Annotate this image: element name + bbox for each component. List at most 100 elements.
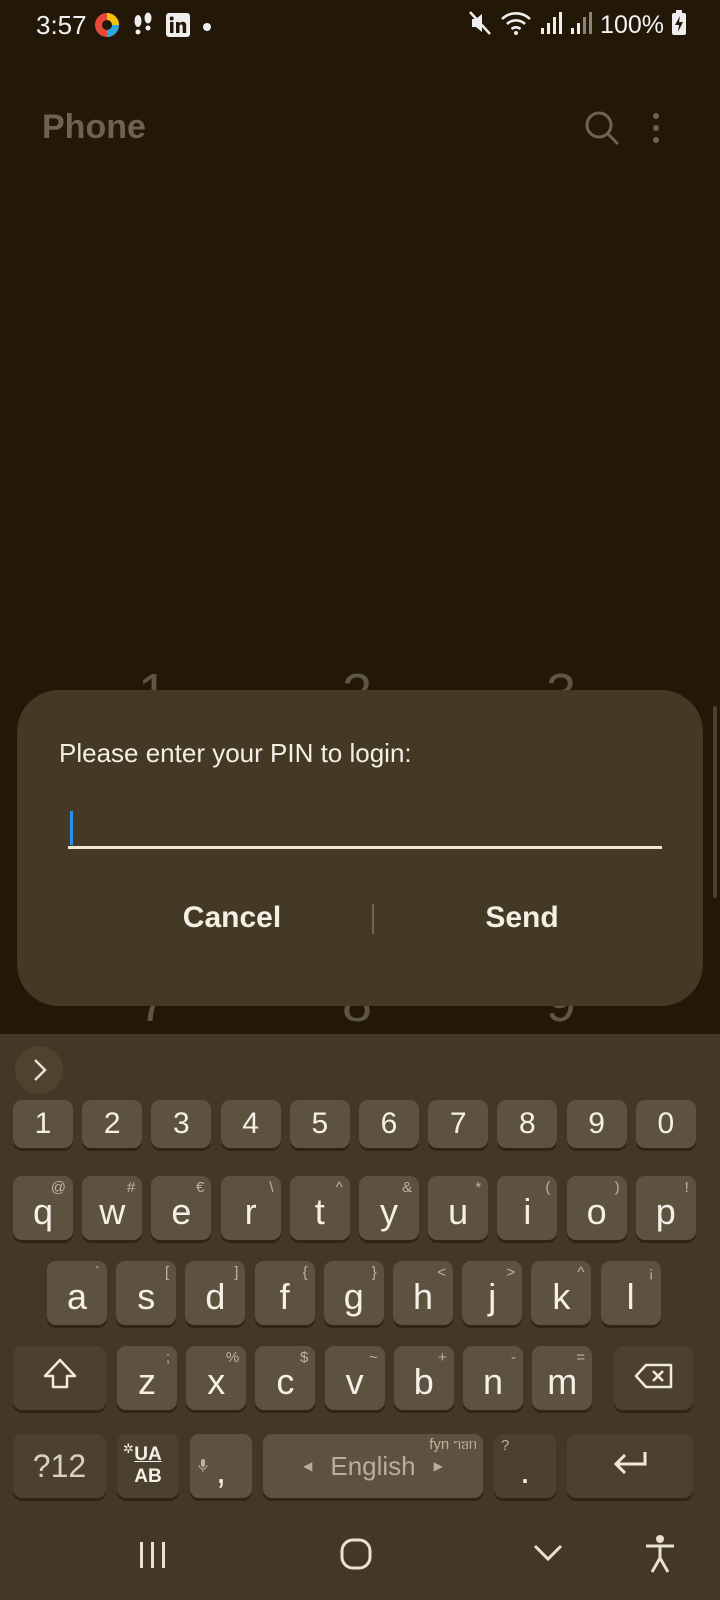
key-5[interactable]: 5 xyxy=(289,1100,350,1148)
key-d[interactable]: ] d xyxy=(185,1261,246,1325)
key-j[interactable]: > j xyxy=(462,1261,523,1325)
key-k[interactable]: ^ k xyxy=(531,1261,592,1325)
mic-icon xyxy=(198,1440,208,1482)
key-b[interactable]: + b xyxy=(393,1346,454,1410)
key-w-label: w xyxy=(99,1191,126,1232)
key-c[interactable]: $ c xyxy=(255,1346,316,1410)
key-z[interactable]: ; z xyxy=(117,1346,177,1410)
key-s-label: s xyxy=(137,1276,156,1317)
key-y-label: y xyxy=(380,1191,398,1232)
key-m[interactable]: = m xyxy=(532,1346,593,1410)
key-g-hint: } xyxy=(371,1264,377,1281)
key-k-label: k xyxy=(552,1276,571,1317)
key-x[interactable]: % x xyxy=(186,1346,247,1410)
space-key[interactable]: fyn ᥐᥑᥒ ◀ English ▶ xyxy=(263,1434,483,1498)
key-l[interactable]: ¡ l xyxy=(600,1261,661,1325)
key-v[interactable]: ~ v xyxy=(324,1346,385,1410)
backspace-key[interactable] xyxy=(614,1346,693,1410)
key-8[interactable]: 8 xyxy=(497,1100,558,1148)
language-switch-key[interactable]: ✲ UA AB xyxy=(117,1434,179,1498)
key-f-hint: { xyxy=(302,1264,308,1281)
key-p[interactable]: ! p xyxy=(635,1176,696,1240)
key-n[interactable]: -n xyxy=(463,1346,523,1410)
scrollbar xyxy=(713,706,717,898)
comma-key[interactable]: , xyxy=(190,1434,252,1498)
linkedin-icon xyxy=(166,13,190,42)
key-1[interactable]: 1 xyxy=(13,1100,73,1148)
key-f[interactable]: {f xyxy=(254,1261,315,1325)
status-bar: 3:57 100% xyxy=(0,0,720,52)
keyboard-toolbar-expand-button[interactable] xyxy=(15,1046,63,1094)
key-r[interactable]: \ r xyxy=(220,1176,281,1240)
key-1-label: 1 xyxy=(34,1107,52,1140)
key-u[interactable]: * u xyxy=(428,1176,489,1240)
key-m-label: m xyxy=(547,1361,578,1402)
key-9[interactable]: 9 xyxy=(566,1100,627,1148)
key-m-hint: = xyxy=(576,1349,586,1366)
key-a[interactable]: ` a xyxy=(47,1261,107,1325)
hide-keyboard-icon[interactable] xyxy=(532,1542,564,1569)
page-title: Phone xyxy=(42,108,146,146)
key-0[interactable]: 0 xyxy=(635,1100,696,1148)
key-j-hint: > xyxy=(506,1264,516,1281)
key-i-label: i xyxy=(523,1191,532,1232)
key-6[interactable]: 6 xyxy=(359,1100,419,1148)
key-v-label: v xyxy=(345,1361,364,1402)
signal-icon-sim2 xyxy=(570,11,593,40)
key-s-hint: [ xyxy=(165,1264,170,1281)
footsteps-icon xyxy=(132,12,154,43)
shift-key[interactable] xyxy=(13,1346,106,1410)
app-notification-icon xyxy=(94,12,120,43)
key-i[interactable]: (i xyxy=(497,1176,558,1240)
search-icon[interactable] xyxy=(584,110,620,146)
key-h[interactable]: < h xyxy=(393,1261,453,1325)
key-4[interactable]: 4 xyxy=(220,1100,281,1148)
period-key-label: . xyxy=(519,1450,530,1491)
key-o[interactable]: ) o xyxy=(566,1176,627,1240)
key-s[interactable]: [s xyxy=(116,1261,177,1325)
signal-icon-sim1 xyxy=(540,11,563,40)
key-b-label: b xyxy=(413,1361,434,1402)
key-p-hint: ! xyxy=(684,1179,689,1196)
home-icon[interactable] xyxy=(340,1538,372,1575)
key-7[interactable]: 7 xyxy=(428,1100,489,1148)
enter-key[interactable] xyxy=(567,1434,693,1498)
key-u-hint: * xyxy=(475,1179,482,1196)
send-button[interactable]: Send xyxy=(367,890,677,946)
key-g-label: g xyxy=(343,1276,364,1317)
key-a-hint: ` xyxy=(95,1264,100,1281)
key-w[interactable]: # w xyxy=(82,1176,143,1240)
space-hint: fyn ᥐᥑᥒ xyxy=(429,1436,477,1453)
key-u-label: u xyxy=(448,1191,469,1232)
lang-prev-icon: ◀ xyxy=(303,1459,313,1473)
key-f-label: f xyxy=(279,1276,290,1317)
key-2[interactable]: 2 xyxy=(82,1100,143,1148)
key-b-hint: + xyxy=(438,1349,447,1366)
key-g[interactable]: } g xyxy=(323,1261,384,1325)
lang-bottom-label: AB xyxy=(134,1466,162,1487)
key-o-hint: ) xyxy=(614,1179,620,1196)
recent-apps-icon[interactable] xyxy=(138,1540,168,1575)
period-key-hint: ? xyxy=(501,1437,510,1454)
pin-input[interactable] xyxy=(68,793,662,849)
key-n-hint: - xyxy=(511,1349,516,1366)
key-t[interactable]: ^ t xyxy=(289,1176,350,1240)
key-a-label: a xyxy=(66,1276,88,1317)
cancel-button[interactable]: Cancel xyxy=(77,890,387,946)
key-2-label: 2 xyxy=(103,1107,121,1140)
key-o-label: o xyxy=(586,1191,607,1232)
key-n-label: n xyxy=(482,1361,504,1402)
period-key[interactable]: ? . xyxy=(494,1434,556,1498)
accessibility-icon[interactable] xyxy=(644,1534,676,1579)
symbols-key[interactable]: ?12 xyxy=(13,1434,106,1498)
key-y[interactable]: & y xyxy=(359,1176,419,1240)
key-q[interactable]: @ q xyxy=(13,1176,73,1240)
key-y-hint: & xyxy=(401,1179,412,1196)
key-3-label: 3 xyxy=(173,1107,190,1140)
key-h-label: h xyxy=(412,1276,434,1317)
more-notifications-dot xyxy=(202,19,212,37)
key-3[interactable]: 3 xyxy=(151,1100,212,1148)
key-e[interactable]: € e xyxy=(151,1176,212,1240)
symbols-key-label: ?12 xyxy=(32,1447,87,1484)
more-options-icon[interactable] xyxy=(650,112,662,146)
